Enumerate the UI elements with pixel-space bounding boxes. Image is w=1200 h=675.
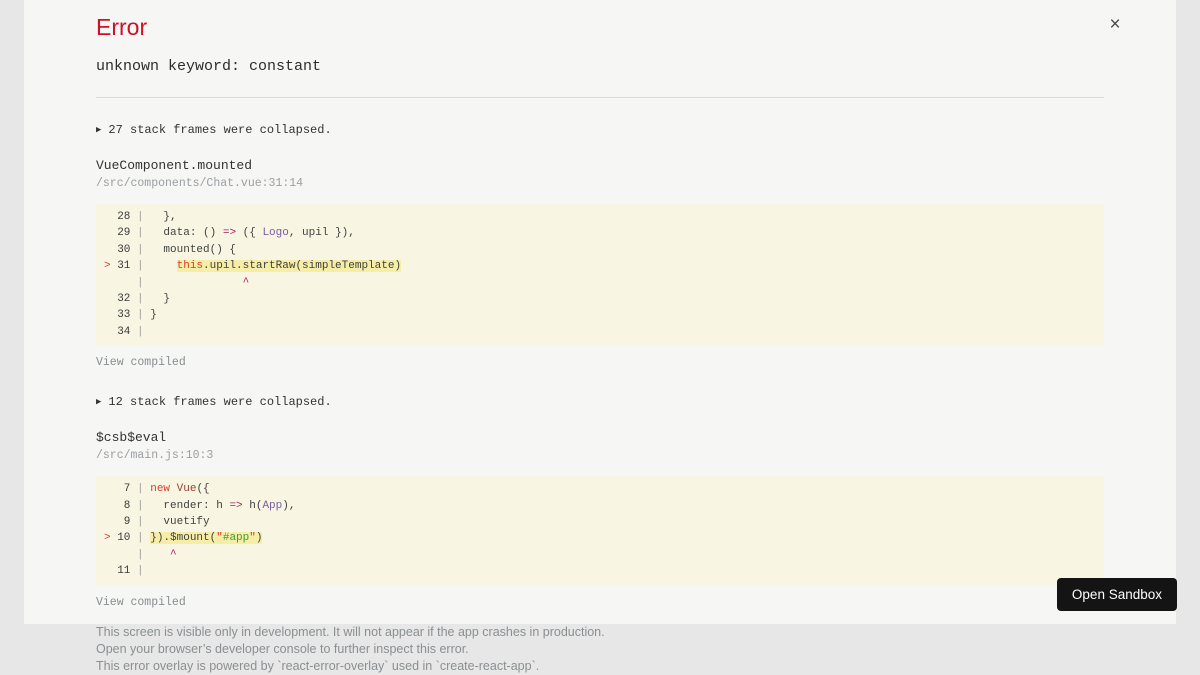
view-compiled-link-2[interactable]: View compiled: [96, 596, 186, 609]
stack-frame-location: /src/components/Chat.vue:31:14: [96, 177, 304, 190]
code-line: 30 | mounted() {: [117, 243, 237, 256]
error-caret: ^: [242, 276, 250, 289]
code-line: 8 | render: h => h(App),: [117, 499, 296, 512]
code-line: > 31 | this.upil.startRaw(simpleTemplate…: [104, 260, 402, 273]
collapsed-frames-label: 12 stack frames were collapsed.: [108, 395, 332, 410]
collapse-arrow-icon: ▶: [96, 397, 102, 408]
collapsed-frames-toggle-2[interactable]: ▶ 12 stack frames were collapsed.: [96, 395, 1104, 409]
footer-line: This error overlay is powered by `react-…: [96, 658, 540, 673]
collapse-arrow-icon: ▶: [96, 125, 102, 135]
collapsed-frames-label: 27 stack frames were collapsed.: [108, 123, 332, 137]
error-overlay: × Error unknown keyword: constant ▶ 27 st…: [24, 0, 1176, 673]
code-line: > 10 | }).$mount("#app"): [104, 532, 263, 545]
footer-line: This screen is visible only in developme…: [96, 624, 605, 639]
code-line: 7 | new Vue({: [117, 483, 210, 496]
error-caret: ^: [170, 548, 177, 561]
error-title: Error: [96, 14, 148, 40]
stack-frame-location: /src/main.js:10:3: [96, 449, 214, 463]
code-frame: 7 | new Vue({ 8 | render: h => h(App), 9…: [96, 476, 1104, 585]
code-line: 32 | }: [117, 293, 171, 306]
code-line: 9 | vuetify: [117, 516, 210, 529]
error-message: unknown keyword: constant: [96, 58, 322, 75]
stack-frame-function: $csb$eval: [96, 430, 167, 446]
divider: [96, 97, 1104, 98]
code-line: 29 | data: () => ({ Logo, upil }),: [117, 227, 355, 240]
collapsed-frames-toggle-1[interactable]: ▶ 27 stack frames were collapsed.: [96, 123, 1104, 137]
code-line: 28 | },: [117, 211, 177, 223]
open-sandbox-label: Open Sandbox: [1071, 587, 1162, 602]
view-compiled-link-1[interactable]: View compiled: [96, 356, 186, 369]
code-line: 34 |: [117, 325, 151, 338]
code-line: | ^: [130, 548, 177, 561]
code-line: 33 | }: [117, 309, 157, 322]
footer-line: Open your browser’s developer console to…: [96, 641, 469, 656]
stack-frame-function: VueComponent.mounted: [96, 158, 253, 173]
error-highlight-line: }).$mount("#app"): [150, 532, 263, 545]
overlay-footer: This screen is visible only in developme…: [96, 624, 1104, 675]
code-line: | ^: [130, 276, 250, 289]
code-line: 11 |: [117, 565, 151, 578]
code-frame: 28 | }, 29 | data: () => ({ Logo, upil }…: [96, 204, 1104, 346]
error-highlight-line: this.upil.startRaw(simpleTemplate): [176, 260, 402, 273]
open-sandbox-button[interactable]: Open Sandbox: [1056, 578, 1177, 611]
